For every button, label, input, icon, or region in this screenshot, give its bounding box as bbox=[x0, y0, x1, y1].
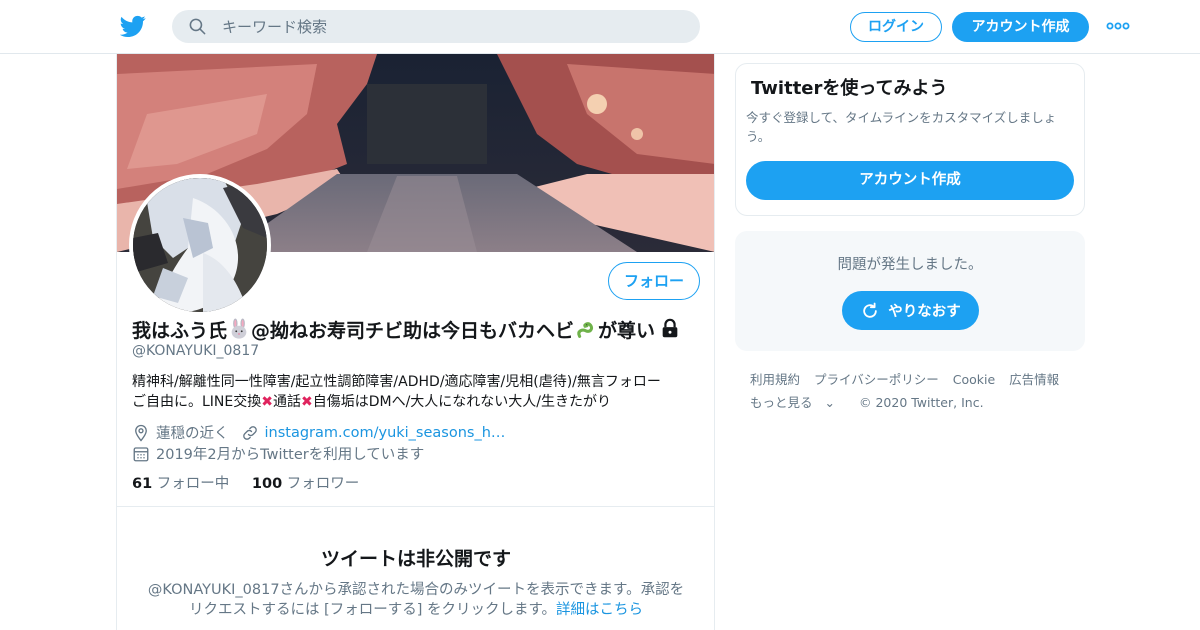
following-count: 61 bbox=[132, 476, 153, 492]
retry-label: やりなおす bbox=[888, 304, 961, 320]
profile-location: 蓮穏の近く bbox=[156, 426, 229, 442]
footer-more-label: もっと見る bbox=[750, 395, 813, 410]
followers-label: フォロワー bbox=[286, 476, 360, 492]
footer-link-terms[interactable]: 利用規約 bbox=[750, 372, 800, 387]
location-pin-icon bbox=[135, 424, 147, 442]
following-count-link[interactable]: 61 フォロー中 bbox=[132, 476, 234, 492]
lock-icon bbox=[662, 318, 678, 338]
more-dots-icon[interactable] bbox=[1106, 20, 1130, 32]
followers-count: 100 bbox=[251, 476, 283, 492]
error-card: 問題が発生しました。 やりなおす bbox=[735, 231, 1085, 351]
error-message: 問題が発生しました。 bbox=[837, 257, 983, 273]
retry-button[interactable]: やりなおす bbox=[842, 291, 979, 330]
profile-website-link[interactable]: instagram.com/yuki_seasons_h… bbox=[265, 425, 506, 441]
profile-handle: @KONAYUKI_0817 bbox=[132, 343, 260, 359]
search-bar[interactable] bbox=[172, 10, 700, 43]
profile-avatar[interactable] bbox=[129, 174, 271, 316]
protected-message-text: リクエストするには [フォローする] をクリックします。 bbox=[188, 602, 557, 618]
profile-joined-date: 2019年2月からTwitterを利用しています bbox=[156, 447, 425, 463]
protected-message-line-2: リクエストするには [フォローする] をクリックします。詳細はこちら bbox=[135, 600, 697, 620]
bio-line-1: 精神科/解離性同一性障害/起立性調節障害/ADHD/適応障害/児相(虐待)/無言… bbox=[132, 374, 661, 390]
display-name-part1: 我はふう氏 bbox=[132, 319, 228, 342]
learn-more-link[interactable]: 詳細はこちら bbox=[556, 602, 643, 618]
bio-line-2-part3: 自傷垢はDMへ/大人になれない大人/生きたがり bbox=[312, 394, 612, 410]
profile-counts: 61 フォロー中 100 フォロワー bbox=[132, 472, 359, 493]
top-navigation-bar: ログイン アカウント作成 bbox=[0, 0, 1200, 54]
calendar-icon bbox=[133, 446, 149, 461]
login-button[interactable]: ログイン bbox=[850, 12, 942, 42]
footer-link-ads[interactable]: 広告情報 bbox=[1009, 372, 1059, 387]
profile-bio: 精神科/解離性同一性障害/起立性調節障害/ADHD/適応障害/児相(虐待)/無言… bbox=[132, 372, 702, 412]
twitter-bird-icon[interactable] bbox=[120, 13, 146, 39]
profile-joined-row: 2019年2月からTwitterを利用しています bbox=[132, 443, 424, 464]
display-name-part3: が尊い bbox=[598, 319, 656, 342]
refresh-icon bbox=[863, 302, 877, 318]
display-name-part2: @拗ねお寿司チビ助は今日もバカヘビ bbox=[251, 319, 575, 342]
bio-line-2-part1: ご自由に。LINE交換 bbox=[132, 394, 262, 410]
profile-column: フォロー 我はふう氏 @拗ねお寿司チビ助は今日もバカヘビ が尊い @KONAYU… bbox=[116, 54, 715, 630]
snake-emoji-icon bbox=[577, 322, 594, 338]
footer-link-more[interactable]: もっと見る ⌄ bbox=[750, 395, 845, 410]
followers-count-link[interactable]: 100 フォロワー bbox=[252, 476, 359, 492]
signup-card-button[interactable]: アカウント作成 bbox=[746, 161, 1074, 200]
bio-line-2-part2: 通話 bbox=[272, 394, 301, 410]
cross-mark-icon: ✖ bbox=[261, 394, 273, 410]
cross-mark-icon: ✖ bbox=[300, 394, 313, 410]
signup-promo-card: Twitterを使ってみよう 今すぐ登録して、タイムラインをカスタマイズしましょ… bbox=[735, 63, 1085, 216]
link-icon bbox=[242, 425, 257, 440]
following-label: フォロー中 bbox=[156, 476, 230, 492]
signup-card-title: Twitterを使ってみよう bbox=[751, 78, 948, 99]
footer-link-cookie[interactable]: Cookie bbox=[953, 372, 995, 387]
protected-tweets-title: ツイートは非公開です bbox=[320, 548, 511, 570]
bio-line-2: ご自由に。LINE交換✖通話✖自傷垢はDMへ/大人になれない大人/生きたがり bbox=[132, 392, 702, 412]
rabbit-emoji-icon bbox=[231, 318, 247, 339]
follow-button[interactable]: フォロー bbox=[608, 262, 700, 300]
protected-message-line-1: @KONAYUKI_0817さんから承認された場合のみツイートを表示できます。承… bbox=[147, 582, 685, 598]
search-input[interactable] bbox=[222, 10, 682, 43]
protected-tweets-message: @KONAYUKI_0817さんから承認された場合のみツイートを表示できます。承… bbox=[135, 580, 697, 620]
footer-link-privacy[interactable]: プライバシーポリシー bbox=[814, 372, 939, 387]
search-icon bbox=[189, 18, 206, 35]
display-name: 我はふう氏 @拗ねお寿司チビ助は今日もバカヘビ が尊い bbox=[132, 316, 702, 342]
signup-card-description: 今すぐ登録して、タイムラインをカスタマイズしましょう。 bbox=[746, 110, 1057, 144]
footer-copyright: © 2020 Twitter, Inc. bbox=[858, 395, 984, 410]
chevron-down-icon: ⌄ bbox=[824, 395, 835, 410]
signup-button[interactable]: アカウント作成 bbox=[952, 12, 1089, 42]
section-divider bbox=[117, 506, 714, 507]
profile-location-website: 蓮穏の近く instagram.com/yuki_seasons_h… bbox=[132, 422, 505, 443]
avatar-illustration bbox=[133, 178, 267, 312]
footer-links: 利用規約 プライバシーポリシー Cookie 広告情報 もっと見る ⌄ © 202… bbox=[750, 368, 1080, 414]
